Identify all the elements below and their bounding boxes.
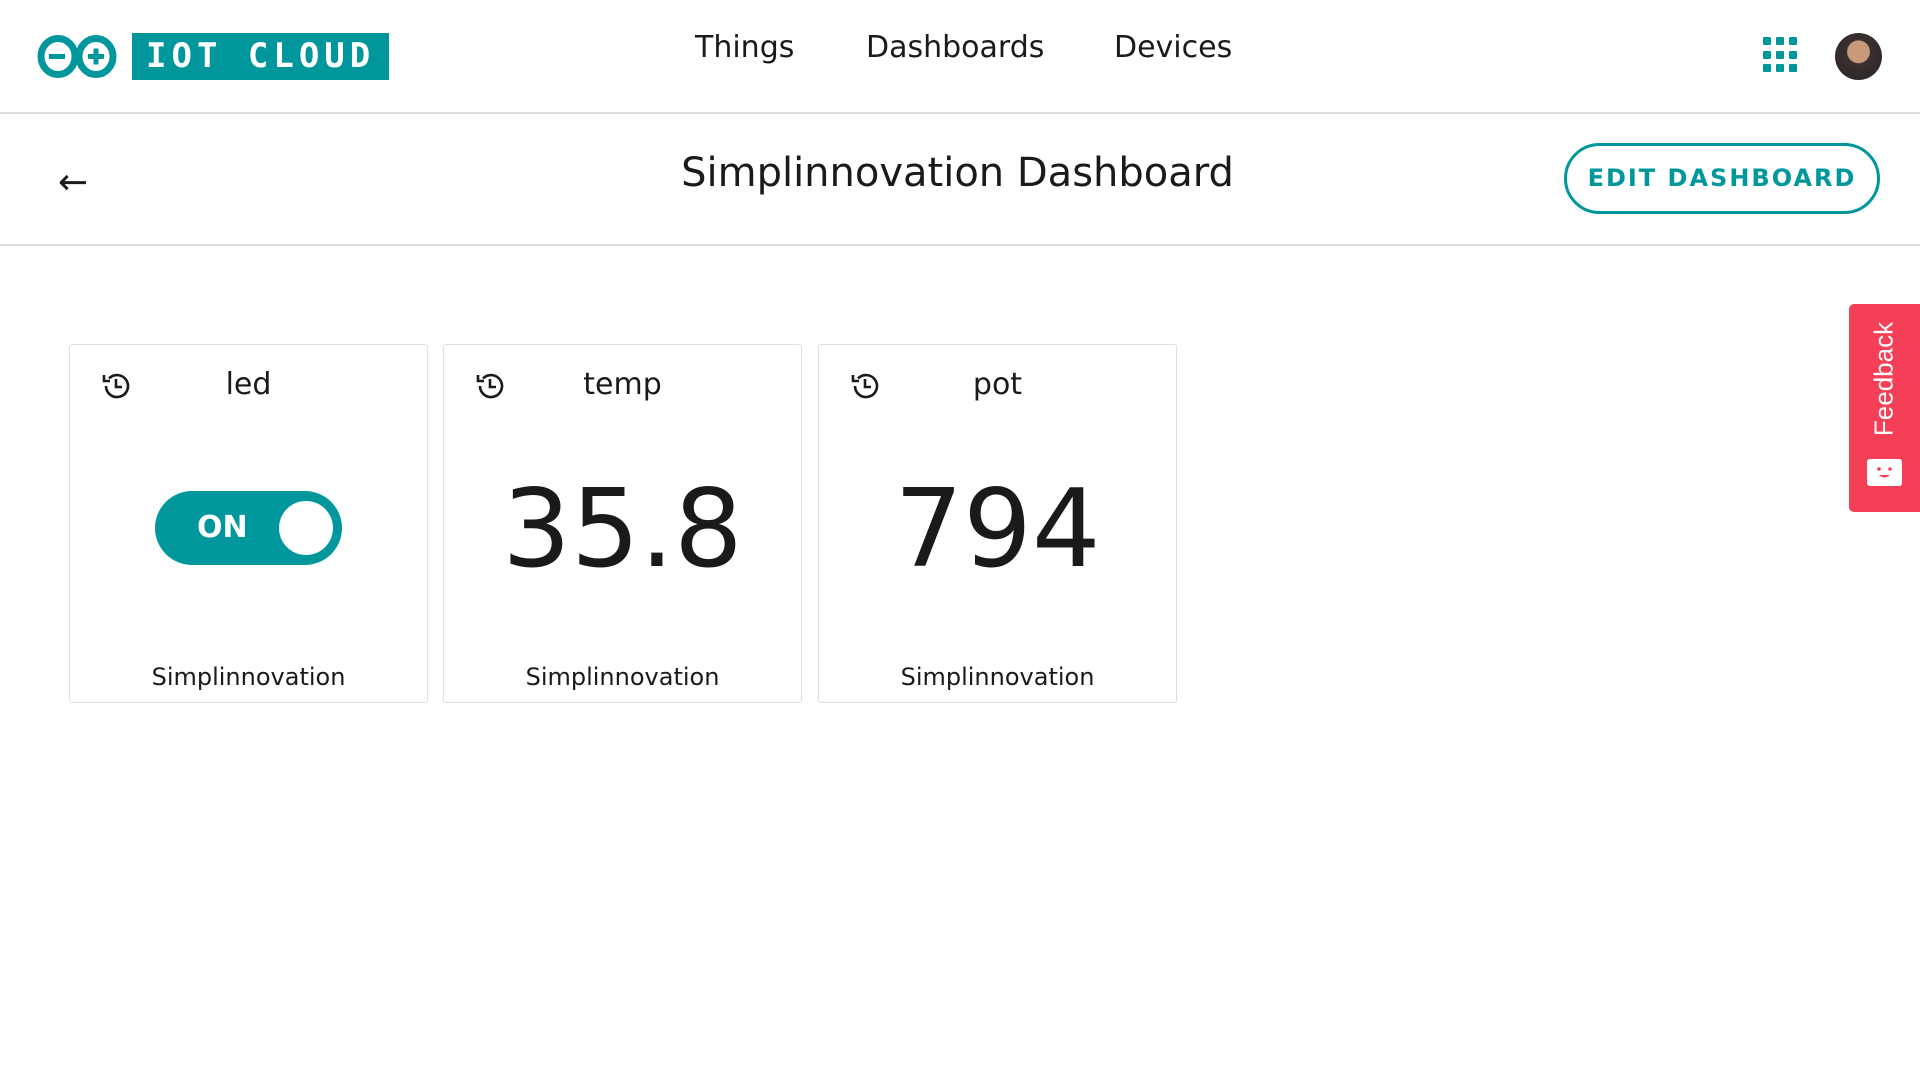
led-switch[interactable]: ON — [155, 491, 342, 565]
widget-value: 35.8 — [502, 467, 743, 592]
widget-card-temp: temp 35.8 Simplinnovation — [443, 344, 802, 703]
nav-things[interactable]: Things — [695, 30, 794, 65]
feedback-label: Feedback — [1868, 321, 1899, 437]
nav-dashboards[interactable]: Dashboards — [866, 30, 1044, 65]
feedback-tab[interactable]: Feedback — [1849, 304, 1920, 512]
widget-thing-name: Simplinnovation — [900, 663, 1095, 691]
widget-value: 794 — [894, 467, 1101, 592]
edit-dashboard-button[interactable]: EDIT DASHBOARD — [1564, 143, 1880, 214]
user-avatar[interactable] — [1835, 33, 1882, 80]
switch-state: ON — [197, 510, 248, 545]
widget-thing-name: Simplinnovation — [525, 663, 720, 691]
apps-grid-icon[interactable] — [1763, 37, 1797, 73]
switch-knob — [279, 501, 333, 555]
widget-thing-name: Simplinnovation — [151, 663, 346, 691]
chat-smiley-icon — [1867, 459, 1902, 486]
widget-title: pot — [972, 367, 1023, 402]
widget-title: temp — [583, 367, 662, 402]
nav-devices[interactable]: Devices — [1114, 30, 1232, 65]
dashboard-header: ← Simplinnovation Dashboard EDIT DASHBOA… — [0, 114, 1920, 246]
widget-card-pot: pot 794 Simplinnovation — [818, 344, 1177, 703]
widget-card-led: led ON Simplinnovation — [69, 344, 428, 703]
top-navbar: IOT CLOUD Things Dashboards Devices — [0, 0, 1920, 114]
widget-title: led — [225, 367, 272, 402]
